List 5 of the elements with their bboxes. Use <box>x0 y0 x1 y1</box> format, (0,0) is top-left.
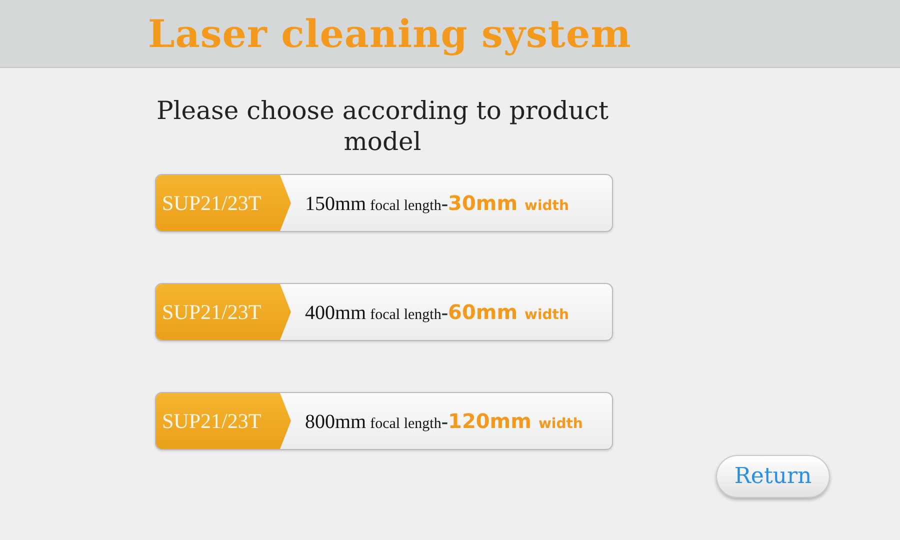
model-option-button[interactable]: SUP21/23T 400mm focal length-60mm width <box>155 283 613 341</box>
model-option-button[interactable]: SUP21/23T 800mm focal length-120mm width <box>155 392 613 450</box>
app-title: Laser cleaning system <box>148 11 632 56</box>
instruction-text: Please choose according to product model <box>155 95 610 157</box>
model-option-button[interactable]: SUP21/23T 150mm focal length-30mm width <box>155 174 613 232</box>
